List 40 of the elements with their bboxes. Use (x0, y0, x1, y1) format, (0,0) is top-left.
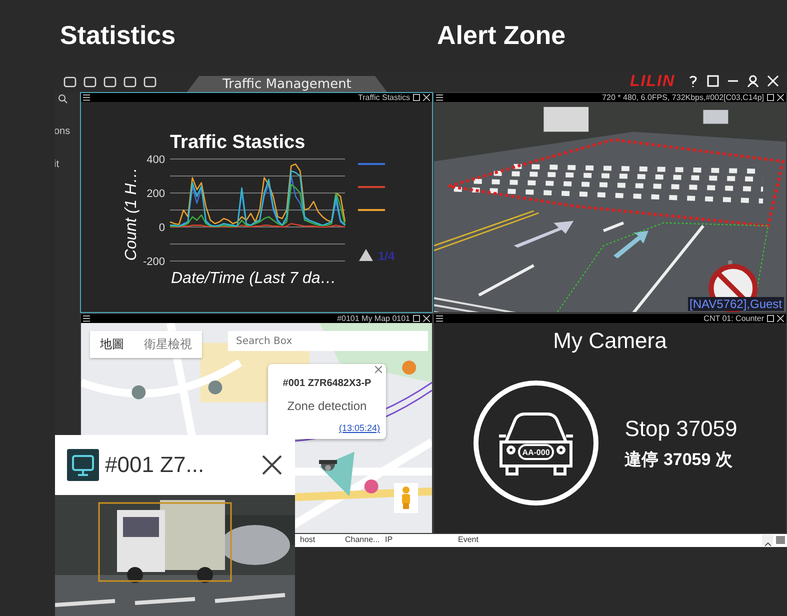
chart-title: Traffic Stastics (170, 132, 306, 153)
column-header[interactable]: Event (458, 535, 478, 544)
menu-icon[interactable] (436, 315, 443, 322)
help-icon[interactable] (687, 75, 699, 87)
tick-label: -200 (142, 256, 165, 268)
page-up-icon[interactable] (359, 249, 373, 261)
plate-text: AA-000 (522, 448, 550, 457)
menu-icon[interactable] (436, 94, 443, 101)
panel-title: Traffic Stastics (358, 93, 410, 102)
scroll-up-icon[interactable] (762, 535, 773, 545)
menu-icon[interactable] (83, 315, 90, 322)
tick-label: 400 (146, 154, 165, 166)
menu-icon[interactable] (83, 94, 90, 101)
tick-label: 200 (146, 188, 165, 200)
car-badge-icon (473, 380, 598, 506)
column-header[interactable]: IP (385, 535, 393, 544)
brand-logo: LILIN (630, 74, 675, 90)
maximize-icon[interactable] (413, 94, 420, 101)
panel-title: #0101 My Map 0101 (337, 314, 410, 323)
panel-title: 720 * 480, 6.0FPS, 732Kbps,#002[C03,C14p] (602, 93, 764, 102)
tab[interactable]: Traffic Management (187, 76, 387, 92)
tick-label: 0 (158, 222, 165, 234)
count-text: Stop 37059 (624, 416, 738, 442)
column-header[interactable]: host (300, 535, 316, 544)
section-heading: Alert Zone (437, 20, 566, 51)
panel-title: CNT 01: Counter (704, 314, 764, 323)
section-heading: Statistics (60, 20, 176, 51)
camera-title: My Camera (553, 328, 667, 354)
sidebar-item[interactable]: it (55, 159, 80, 170)
column-header[interactable]: Channe... (345, 535, 380, 544)
count-text: 違停 37059 次 (624, 448, 734, 470)
panel-icon[interactable] (775, 535, 786, 545)
maximize-icon[interactable] (413, 315, 420, 322)
user-label: [NAV5762],Guest (688, 297, 784, 311)
axis-label: Count (1 H… (123, 167, 140, 261)
axis-label: Date/Time (Last 7 da… (171, 270, 336, 287)
maximize-icon[interactable] (767, 315, 774, 322)
user-icon[interactable] (747, 75, 759, 87)
maximize-icon[interactable] (767, 94, 774, 101)
legend-page: 1/4 (378, 249, 395, 263)
